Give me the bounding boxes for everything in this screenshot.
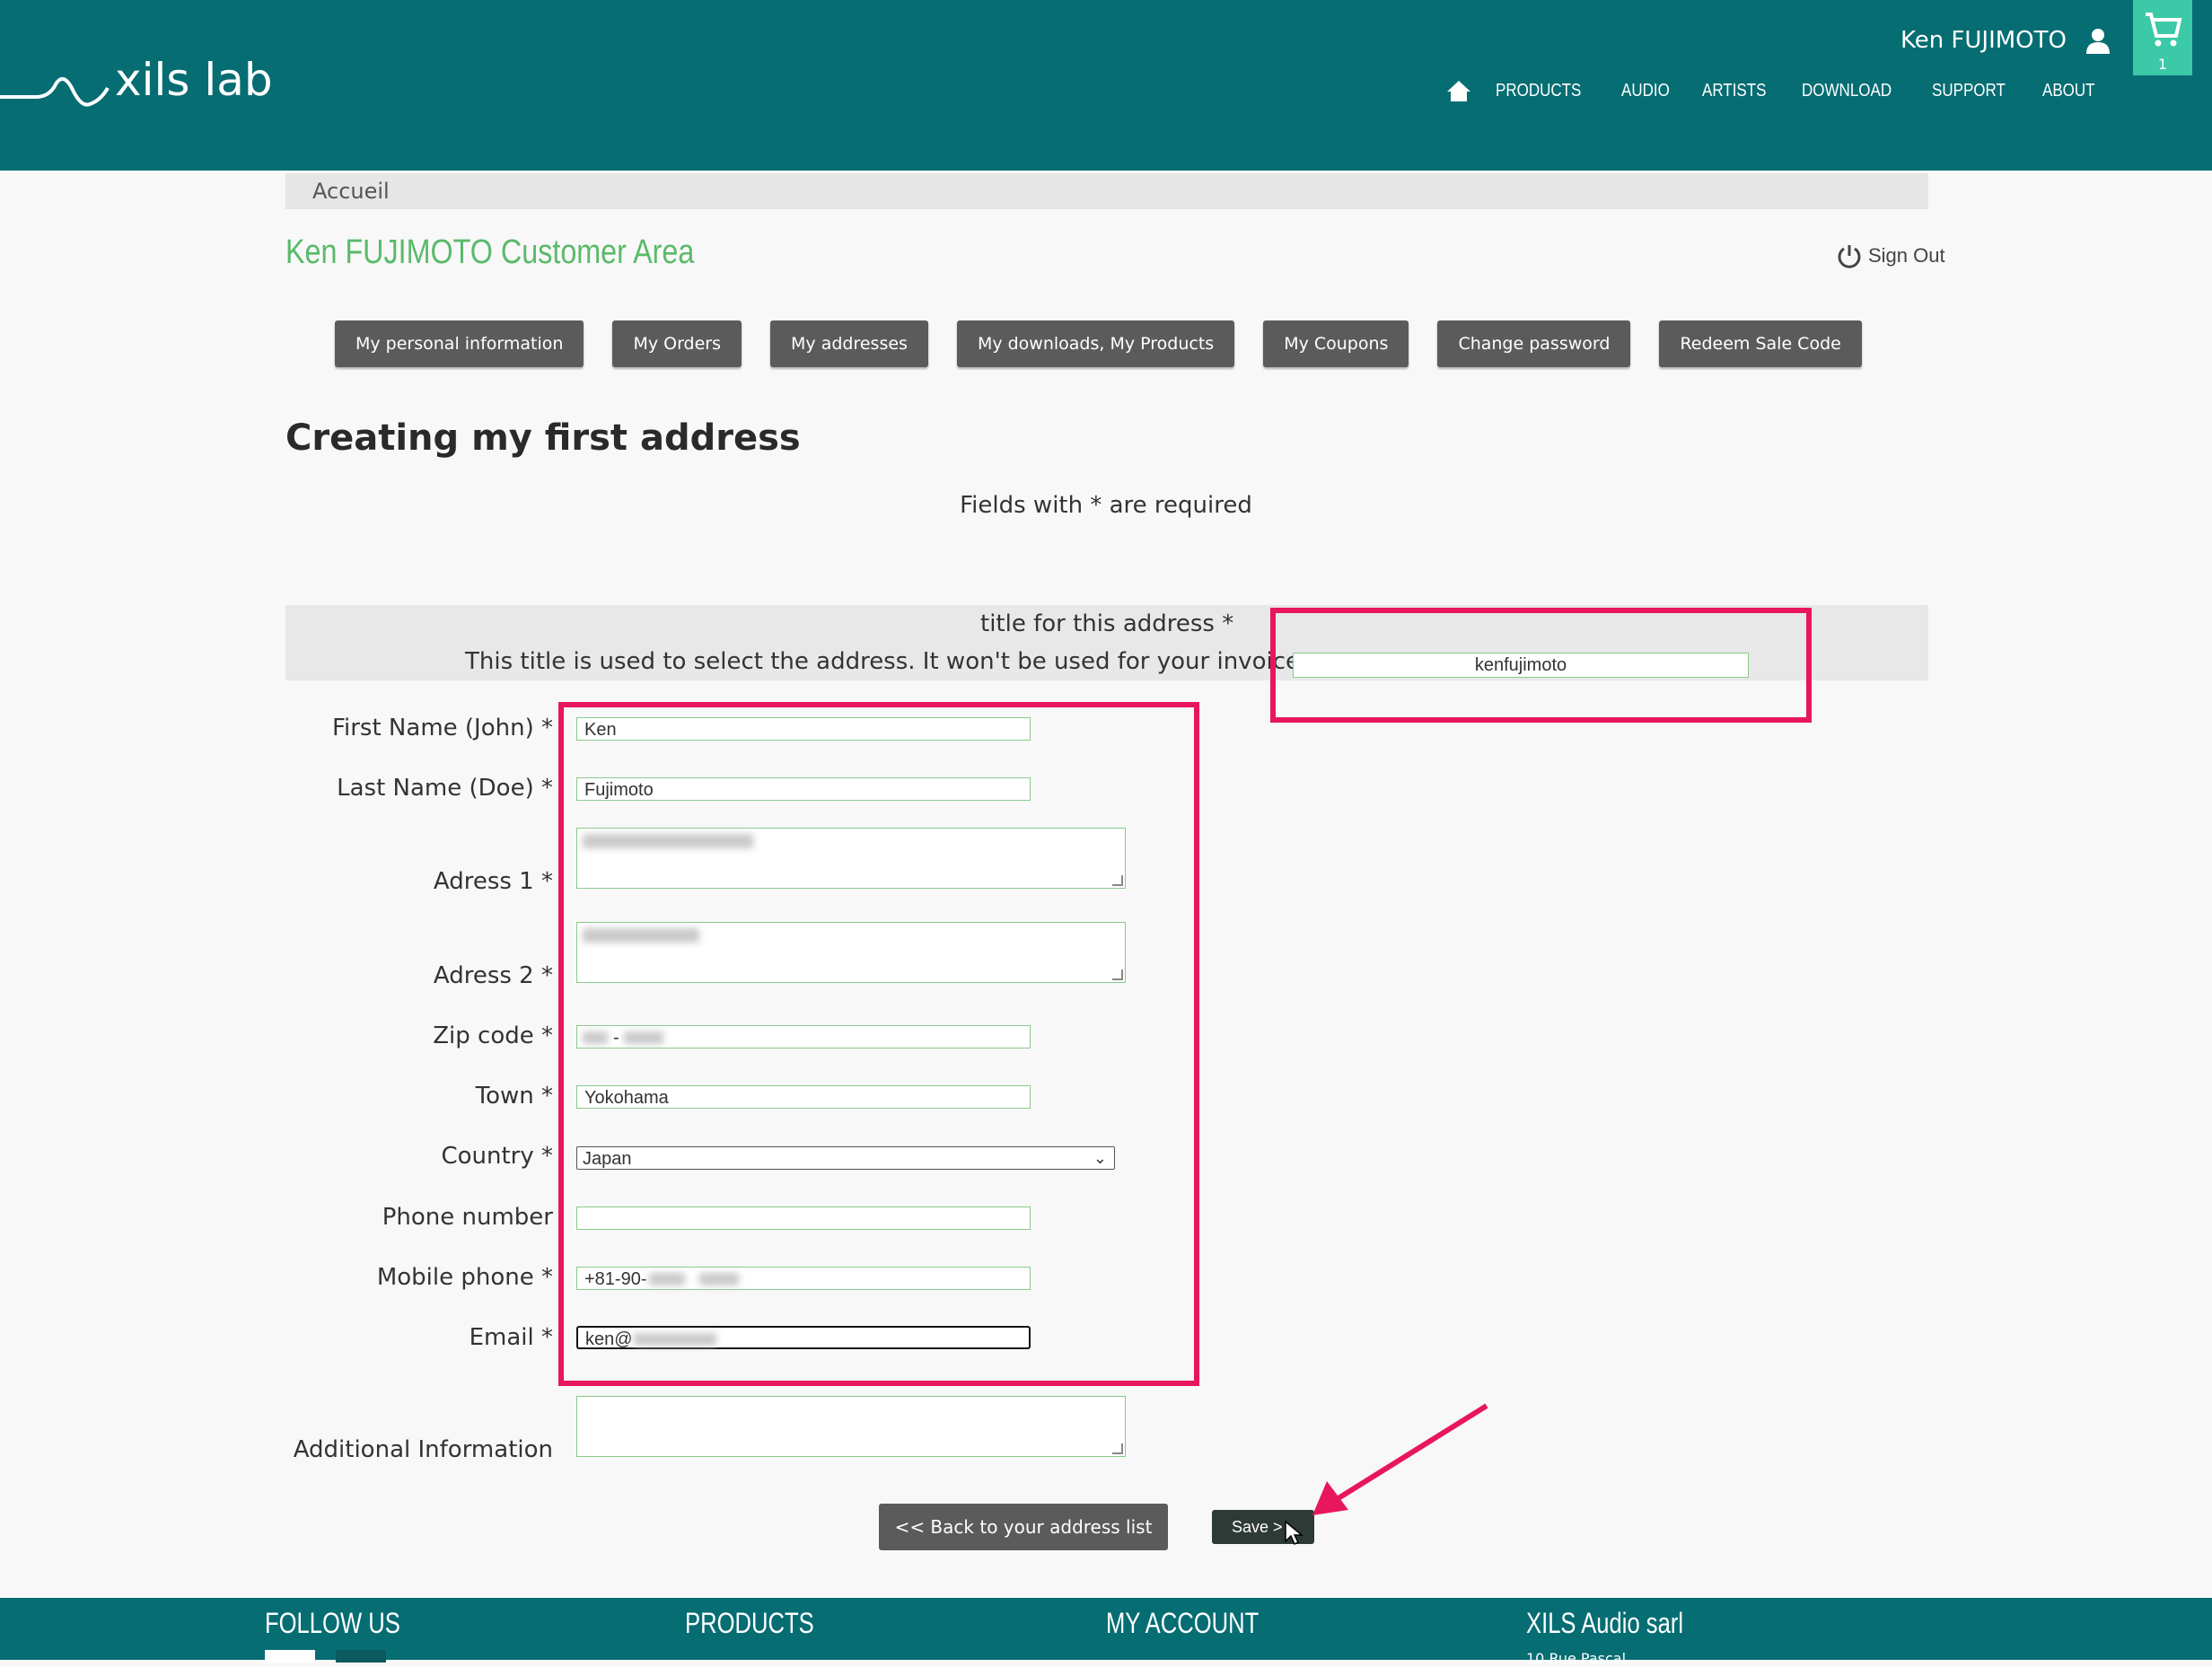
power-icon [1838,245,1861,268]
twitter-icon[interactable] [336,1650,386,1663]
main-nav: PRODUCTS AUDIO ARTISTS DOWNLOAD SUPPORT … [1446,79,2104,102]
nav-item-audio[interactable]: AUDIO [1621,81,1670,101]
address2-label: Adress 2 * [433,962,553,989]
footer-products[interactable]: PRODUCTS [685,1607,814,1640]
footer-follow-us: FOLLOW US [265,1607,400,1639]
resize-handle-icon[interactable] [1112,1443,1123,1454]
tab-personal-information[interactable]: My personal information [335,320,584,367]
last-name-label: Last Name (Doe) * [337,775,553,802]
highlight-box-title [1270,608,1812,723]
mobile-label: Mobile phone * [376,1264,553,1291]
highlight-box-fields [558,702,1199,1386]
account-tabs: My personal information My Orders My add… [335,320,1862,367]
tab-my-coupons[interactable]: My Coupons [1263,320,1409,367]
zip-label: Zip code * [433,1022,553,1049]
user-name[interactable]: Ken FUJIMOTO [1900,27,2067,54]
mouse-cursor-icon [1285,1520,1304,1546]
additional-info-textarea[interactable] [576,1396,1126,1457]
nav-item-support[interactable]: SUPPORT [1932,81,2006,101]
logo-wave-icon[interactable] [0,52,126,115]
nav-item-products[interactable]: PRODUCTS [1496,81,1581,101]
sign-out-link[interactable]: Sign Out [1836,242,1945,269]
tab-change-password[interactable]: Change password [1437,320,1631,367]
breadcrumb: Accueil [285,173,1928,209]
user-icon[interactable] [2085,27,2111,54]
cart-icon [2146,13,2182,47]
address-title-help: This title is used to select the address… [465,648,1300,675]
first-name-label: First Name (John) * [331,715,553,741]
email-label: Email * [469,1324,553,1351]
logo-text[interactable]: xils lab [115,54,273,106]
back-to-address-list-button[interactable]: << Back to your address list [879,1504,1168,1550]
tab-my-addresses[interactable]: My addresses [770,320,928,367]
country-label: Country * [441,1143,553,1170]
nav-item-about[interactable]: ABOUT [2042,81,2095,101]
town-label: Town * [475,1083,553,1110]
page-title: Creating my first address [285,417,801,459]
tab-my-downloads[interactable]: My downloads, My Products [956,320,1235,367]
user-account[interactable]: Ken FUJIMOTO [1900,27,2111,54]
address-title-label: title for this address * [980,610,1234,637]
tab-my-orders[interactable]: My Orders [612,320,742,367]
nav-item-download[interactable]: DOWNLOAD [1802,81,1892,101]
home-icon[interactable] [1446,79,1471,102]
sign-out-label: Sign Out [1868,244,1945,267]
customer-area-title: Ken FUJIMOTO Customer Area [285,233,695,271]
required-note: Fields with * are required [960,492,1252,519]
footer-my-account[interactable]: MY ACCOUNT [1106,1607,1259,1640]
footer-company: XILS Audio sarl [1526,1607,1684,1639]
breadcrumb-home[interactable]: Accueil [312,179,390,204]
footer-company-address: 10 Rue Pascal [1526,1650,1627,1667]
additional-info-label: Additional Information [293,1436,553,1463]
phone-label: Phone number [382,1204,553,1231]
cart-count: 1 [2157,56,2168,73]
tab-redeem-sale-code[interactable]: Redeem Sale Code [1659,320,1862,367]
nav-item-artists[interactable]: ARTISTS [1702,81,1766,101]
cart-button[interactable]: 1 [2133,0,2192,75]
address1-label: Adress 1 * [433,868,553,895]
facebook-icon[interactable] [265,1650,315,1663]
